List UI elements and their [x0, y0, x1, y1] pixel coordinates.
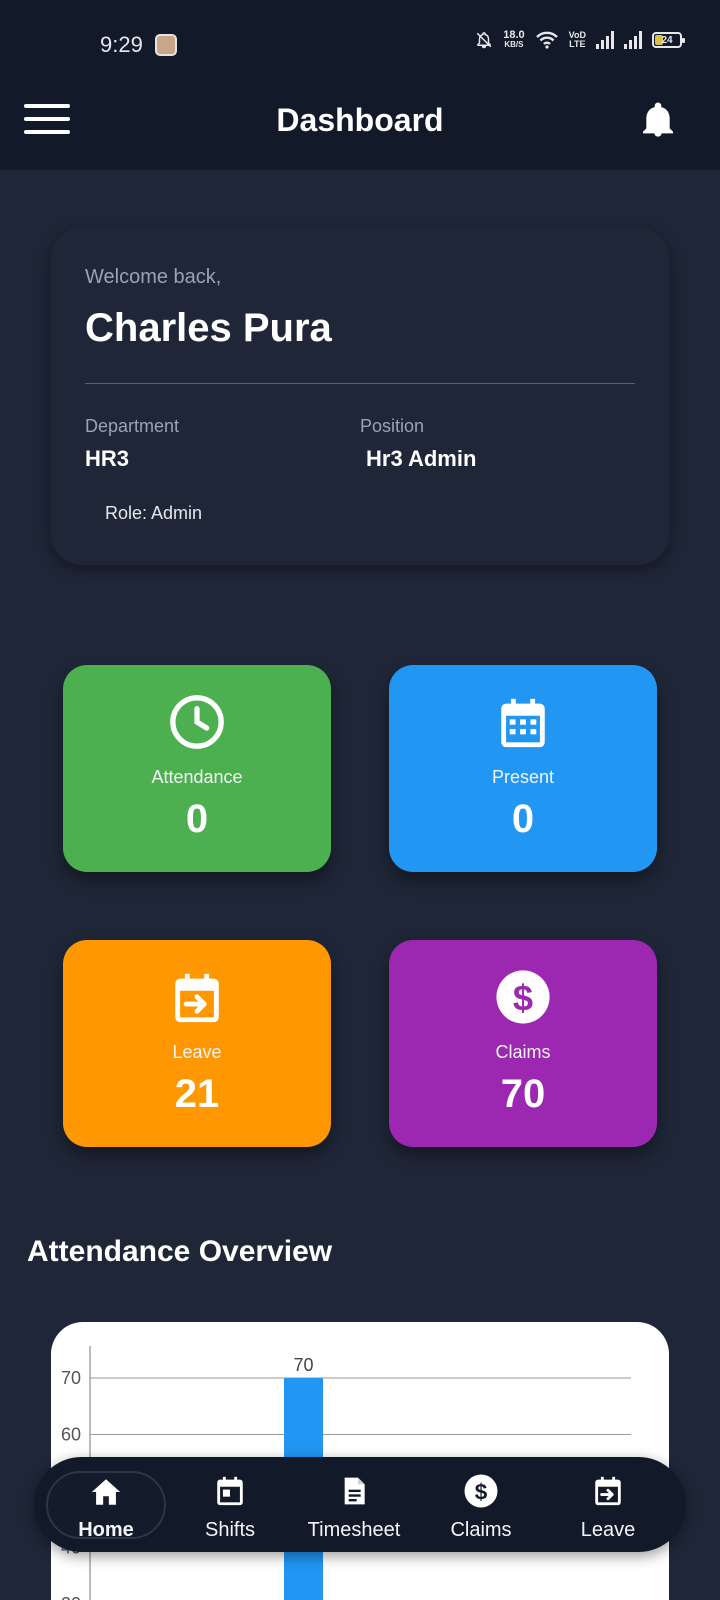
present-value: 0: [511, 797, 535, 841]
attendance-value: 0: [185, 797, 209, 841]
chart-y-tick-label: 60: [61, 1425, 81, 1445]
bottom-nav: Home Shifts Timesheet $ Claims Leave: [34, 1457, 686, 1552]
dollar-circle-icon: $: [421, 1473, 541, 1513]
status-bar: 9:29 18.0 KB/S VoD LTE 24: [0, 0, 720, 90]
department-value: HR3: [85, 446, 130, 471]
svg-text:$: $: [475, 1479, 488, 1504]
wifi-icon: [535, 31, 558, 49]
bell-off-icon: [476, 32, 492, 49]
notification-avatar-icon: [155, 34, 177, 56]
department-label: Department: [85, 416, 180, 436]
calendar-arrow-icon: [548, 1473, 668, 1513]
nav-item-leave[interactable]: Leave: [548, 1457, 668, 1552]
role-text: Role: Admin: [105, 503, 203, 523]
home-icon: [48, 1475, 164, 1515]
dollar-circle-icon: $: [389, 968, 657, 1030]
document-icon: [284, 1473, 424, 1513]
nav-label-claims: Claims: [450, 1519, 512, 1541]
attendance-card[interactable]: Attendance 0: [63, 665, 331, 872]
nav-label-shifts: Shifts: [204, 1519, 256, 1541]
welcome-greeting: Welcome back,: [85, 266, 222, 288]
position-value: Hr3 Admin: [366, 446, 477, 471]
leave-label: Leave: [172, 1042, 222, 1062]
volte-indicator: VoD LTE: [568, 30, 586, 49]
attendance-label: Attendance: [151, 767, 243, 787]
divider: [85, 383, 635, 384]
nav-label-home: Home: [78, 1519, 134, 1541]
position-label: Position: [360, 416, 425, 436]
user-name: Charles Pura: [85, 306, 332, 350]
status-time: 9:29: [100, 32, 143, 57]
app-bar: Dashboard: [0, 90, 720, 170]
calendar-icon: [389, 693, 657, 755]
present-card[interactable]: Present 0: [389, 665, 657, 872]
nav-item-claims[interactable]: $ Claims: [421, 1457, 541, 1552]
status-icons: 18.0 KB/S VoD LTE 24: [475, 29, 685, 50]
clock-icon: [63, 693, 331, 755]
nav-item-timesheet[interactable]: Timesheet: [284, 1457, 424, 1552]
nav-label-timesheet: Timesheet: [307, 1519, 401, 1541]
attendance-overview-title: Attendance Overview: [27, 1235, 333, 1268]
claims-card[interactable]: $ Claims 70: [389, 940, 657, 1147]
calendar-icon: [170, 1473, 290, 1513]
nav-item-shifts[interactable]: Shifts: [170, 1457, 290, 1552]
claims-label: Claims: [495, 1042, 551, 1062]
svg-text:$: $: [513, 977, 533, 1018]
net-speed: 18.0 KB/S: [503, 29, 525, 50]
signal-icon-2: [624, 31, 642, 49]
chart-y-tick-label: 70: [61, 1368, 81, 1388]
battery-icon: 24: [652, 32, 685, 48]
nav-item-home[interactable]: Home: [46, 1471, 166, 1541]
chart-y-tick-label: 30: [61, 1594, 81, 1600]
notification-bell-icon[interactable]: [638, 98, 678, 142]
present-label: Present: [491, 767, 555, 787]
leave-card[interactable]: Leave 21: [63, 940, 331, 1147]
signal-icon: [596, 31, 614, 49]
claims-value: 70: [500, 1072, 546, 1116]
calendar-arrow-icon: [63, 968, 331, 1030]
welcome-card: Welcome back, Charles Pura Department HR…: [51, 228, 669, 565]
nav-label-leave: Leave: [580, 1519, 636, 1541]
page-title: Dashboard: [276, 102, 444, 138]
chart-data-label: 70: [293, 1355, 313, 1375]
leave-value: 21: [174, 1072, 220, 1116]
